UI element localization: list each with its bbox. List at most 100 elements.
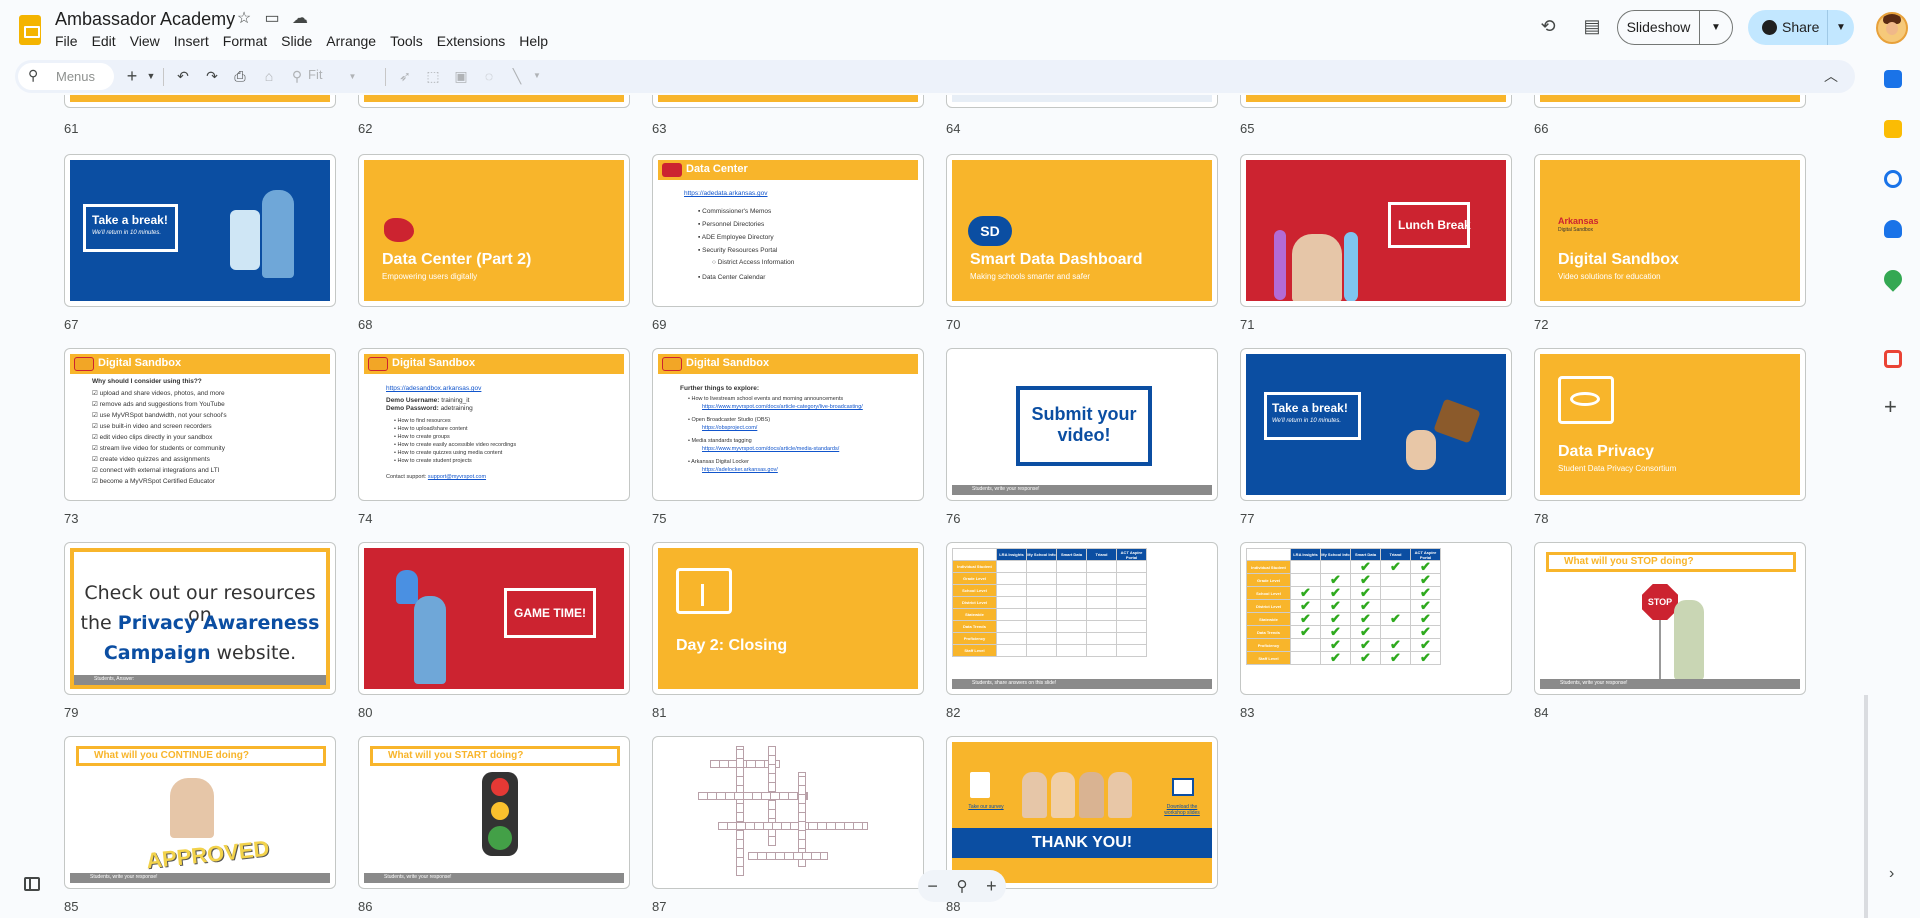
slide-83[interactable]: LRA Insights My School Info Smart Data Tria…	[1240, 542, 1512, 695]
image-icon[interactable]: ▣	[451, 66, 471, 86]
menu-file[interactable]: File	[55, 31, 85, 51]
slideshow-dropdown-icon[interactable]: ▼	[1700, 11, 1732, 44]
data-table: LRA Insights My School Info Smart Data Tria…	[1246, 548, 1441, 665]
new-slide-dropdown-icon[interactable]: ▼	[141, 66, 161, 86]
chevron-right-icon[interactable]: ›	[1889, 865, 1894, 883]
slide-67[interactable]: Take a break! We'll return in 10 minutes…	[64, 154, 336, 307]
chevron-up-icon[interactable]: ︿	[1821, 66, 1841, 86]
slideshow-button[interactable]: Slideshow ▼	[1617, 10, 1733, 45]
slide-76[interactable]: Submit your video! Students, write your …	[946, 348, 1218, 501]
menu-bar: File Edit View Insert Format Slide Arran…	[55, 31, 555, 51]
print-icon[interactable]: ⎙	[230, 66, 250, 86]
slide-73[interactable]: Digital Sandbox Why should I consider us…	[64, 348, 336, 501]
zoom-icon[interactable]: ⚲	[957, 877, 968, 895]
data-center-logo-icon	[662, 163, 682, 177]
slide-75[interactable]: Digital Sandbox Further things to explor…	[652, 348, 924, 501]
paint-format-icon[interactable]: ⌂	[259, 66, 279, 86]
slide-79[interactable]: Check out our resources on the Privacy A…	[64, 542, 336, 695]
footer-strip: Students, Answer:	[74, 675, 326, 685]
shape-icon[interactable]: ◌	[479, 66, 499, 86]
slide-86[interactable]: What will you START doing? Students, wri…	[358, 736, 630, 889]
slide-77[interactable]: Take a break! We'll return in 10 minutes…	[1240, 348, 1512, 501]
select-icon[interactable]: ⬚	[423, 66, 443, 86]
scrollbar[interactable]	[1864, 695, 1868, 918]
slide-65[interactable]	[1240, 95, 1512, 108]
slide-70[interactable]: SD Smart Data Dashboard Making schools s…	[946, 154, 1218, 307]
slide-66[interactable]	[1534, 95, 1806, 108]
comment-icon[interactable]: ▤	[1580, 14, 1604, 38]
menu-help[interactable]: Help	[512, 31, 555, 51]
maps-icon[interactable]	[1880, 266, 1906, 292]
share-dropdown-icon[interactable]: ▼	[1828, 10, 1854, 45]
search-menus-input[interactable]: ⚲ Menus	[18, 63, 114, 90]
avatar-figure-image	[262, 190, 294, 278]
sd-cloud-icon: SD	[968, 216, 1012, 246]
slide-62[interactable]	[358, 95, 630, 108]
menu-extensions[interactable]: Extensions	[430, 31, 512, 51]
slide-number: 68	[358, 317, 373, 332]
slide-88[interactable]: Take our survey Download the workshop sl…	[946, 736, 1218, 889]
slide-63[interactable]	[652, 95, 924, 108]
slide-85[interactable]: What will you CONTINUE doing? APPROVED S…	[64, 736, 336, 889]
avatar[interactable]	[1876, 12, 1908, 44]
slide-header-bar: Digital Sandbox	[658, 354, 918, 374]
slide-64[interactable]	[946, 95, 1218, 108]
footer-strip: Students, write your response!	[70, 873, 330, 883]
slide-78[interactable]: Data Privacy Student Data Privacy Consor…	[1534, 348, 1806, 501]
star-icon[interactable]: ☆	[234, 9, 254, 29]
speech-bubble	[83, 204, 178, 252]
slide-80[interactable]: GAME TIME!	[358, 542, 630, 695]
new-slide-icon[interactable]: +	[122, 66, 142, 86]
slide-number: 78	[1534, 511, 1549, 526]
slide-61[interactable]	[64, 95, 336, 108]
plus-icon[interactable]: +	[1884, 394, 1897, 420]
zoom-select[interactable]: Fit ▼	[308, 67, 368, 82]
share-button[interactable]: Share ▼	[1748, 10, 1854, 45]
arkansas-logo-icon	[662, 357, 682, 371]
undo-icon[interactable]: ↶	[173, 66, 193, 86]
menu-arrange[interactable]: Arrange	[319, 31, 383, 51]
cursor-icon[interactable]: ➶	[395, 66, 415, 86]
contacts-icon[interactable]	[1884, 220, 1902, 238]
history-icon[interactable]: ⟲	[1536, 14, 1560, 38]
slideshow-label[interactable]: Slideshow	[1618, 11, 1700, 44]
slide-71[interactable]: Lunch Break	[1240, 154, 1512, 307]
line-dropdown-icon[interactable]: ▼	[527, 66, 547, 86]
menu-view[interactable]: View	[123, 31, 167, 51]
slides-logo-icon[interactable]	[19, 15, 41, 45]
redo-icon[interactable]: ↷	[202, 66, 222, 86]
zoom-icon[interactable]: ⚲	[287, 66, 307, 86]
avatar-figure-image	[414, 596, 446, 684]
slide-84[interactable]: What will you STOP doing? STOP Students,…	[1534, 542, 1806, 695]
footer-strip: Students, write your response!	[952, 485, 1212, 495]
menu-tools[interactable]: Tools	[383, 31, 430, 51]
slide-number: 80	[358, 705, 373, 720]
slide-82[interactable]: LRA Insights My School Info Smart Data Tria…	[946, 542, 1218, 695]
menu-edit[interactable]: Edit	[85, 31, 123, 51]
menu-format[interactable]: Format	[216, 31, 274, 51]
zoom-out-icon[interactable]: −	[927, 876, 938, 897]
slide-87[interactable]	[652, 736, 924, 889]
slide-81[interactable]: Day 2: Closing	[652, 542, 924, 695]
document-title[interactable]: Ambassador Academy	[55, 9, 235, 30]
calendar-icon[interactable]	[1884, 70, 1902, 88]
slide-68[interactable]: Data Center (Part 2) Empowering users di…	[358, 154, 630, 307]
share-label[interactable]: Share	[1748, 10, 1828, 45]
slide-72[interactable]: Arkansas Digital Sandbox Digital Sandbox…	[1534, 154, 1806, 307]
slide-number: 64	[946, 121, 961, 136]
folder-icon[interactable]: ▭	[262, 9, 282, 29]
slide-74[interactable]: Digital Sandbox https://adesandbox.arkan…	[358, 348, 630, 501]
slide-number: 86	[358, 899, 373, 914]
menu-insert[interactable]: Insert	[167, 31, 216, 51]
line-icon[interactable]: ╲	[507, 66, 527, 86]
tasks-icon[interactable]	[1884, 170, 1902, 188]
menu-slide[interactable]: Slide	[274, 31, 319, 51]
cloud-icon[interactable]: ☁	[290, 9, 310, 29]
slide-header-bar: Digital Sandbox	[70, 354, 330, 374]
slide-69[interactable]: Data Center https://adedata.arkansas.gov…	[652, 154, 924, 307]
keep-icon[interactable]	[1884, 120, 1902, 138]
zoom-in-icon[interactable]: +	[986, 876, 997, 897]
filmstrip-toggle-icon[interactable]	[24, 877, 40, 891]
office-icon[interactable]	[1884, 350, 1902, 368]
slide-number: 77	[1240, 511, 1255, 526]
